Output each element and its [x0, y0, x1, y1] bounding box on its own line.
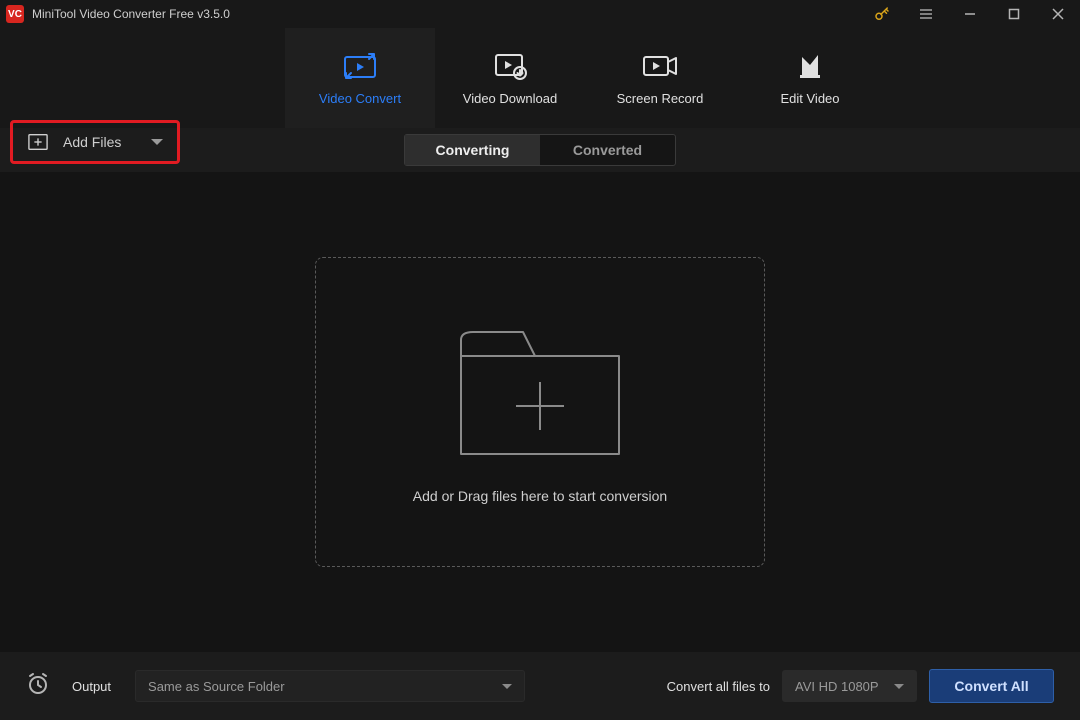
main-area: Add or Drag files here to start conversi… [0, 172, 1080, 652]
chevron-down-icon [151, 139, 163, 145]
output-folder-value: Same as Source Folder [148, 679, 285, 694]
folder-plus-icon [455, 320, 625, 460]
tab-label: Video Convert [319, 91, 401, 106]
chevron-down-icon [894, 684, 904, 689]
output-format-select[interactable]: AVI HD 1080P [782, 670, 917, 702]
dropzone[interactable]: Add or Drag files here to start conversi… [315, 257, 765, 567]
toolbar: Add Files Converting Converted [0, 128, 1080, 172]
tab-converting[interactable]: Converting [405, 135, 540, 165]
output-label: Output [72, 679, 111, 694]
app-logo: VC [6, 5, 24, 23]
tab-screen-record[interactable]: Screen Record [585, 28, 735, 128]
output-folder-select[interactable]: Same as Source Folder [135, 670, 525, 702]
header-tabs: Video Convert Video Download Screen Reco… [0, 28, 1080, 128]
close-button[interactable] [1036, 0, 1080, 28]
tab-edit-video[interactable]: Edit Video [735, 28, 885, 128]
tab-label: Screen Record [617, 91, 704, 106]
title-bar: VC MiniTool Video Converter Free v3.5.0 [0, 0, 1080, 28]
tab-converted[interactable]: Converted [540, 135, 675, 165]
bottom-bar: Output Same as Source Folder Convert all… [0, 652, 1080, 720]
key-icon[interactable] [860, 0, 904, 28]
add-files-label: Add Files [63, 134, 121, 150]
add-file-icon [27, 132, 49, 152]
dropzone-text: Add or Drag files here to start conversi… [413, 488, 667, 504]
status-tabs: Converting Converted [404, 134, 676, 166]
convert-all-files-label: Convert all files to [667, 679, 770, 694]
convert-all-button[interactable]: Convert All [929, 669, 1054, 703]
hamburger-menu-icon[interactable] [904, 0, 948, 28]
tab-video-convert[interactable]: Video Convert [285, 28, 435, 128]
tab-label: Video Download [463, 91, 557, 106]
chevron-down-icon [502, 684, 512, 689]
minimize-button[interactable] [948, 0, 992, 28]
tab-label: Edit Video [780, 91, 839, 106]
output-format-value: AVI HD 1080P [795, 679, 879, 694]
window-controls [860, 0, 1080, 28]
add-files-button[interactable]: Add Files [10, 120, 180, 164]
tab-video-download[interactable]: Video Download [435, 28, 585, 128]
schedule-icon[interactable] [26, 672, 50, 701]
maximize-button[interactable] [992, 0, 1036, 28]
app-title: MiniTool Video Converter Free v3.5.0 [32, 7, 230, 21]
